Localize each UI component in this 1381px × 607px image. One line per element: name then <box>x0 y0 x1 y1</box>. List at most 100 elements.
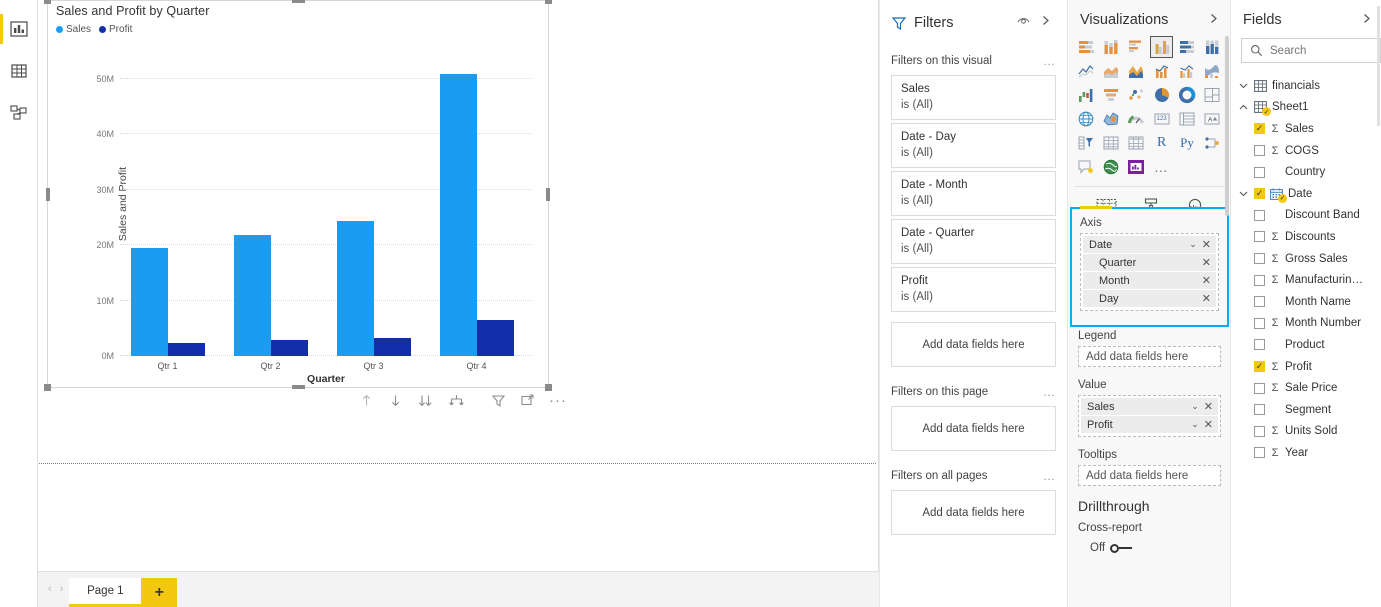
fields-scrollbar[interactable] <box>1377 6 1380 126</box>
fields-item-row[interactable]: Σ Discounts <box>1231 226 1381 248</box>
resize-handle-top-left[interactable] <box>44 0 51 4</box>
cross-report-toggle[interactable] <box>1110 543 1133 553</box>
field-chip[interactable]: Profit ⌄ ✕ <box>1081 416 1218 433</box>
map-icon[interactable] <box>1074 108 1097 130</box>
filters-section-menu-icon[interactable]: … <box>1043 54 1056 68</box>
line-chart-icon[interactable] <box>1074 60 1097 82</box>
field-chip[interactable]: Day ✕ <box>1083 290 1216 307</box>
fields-item-row[interactable]: Segment <box>1231 399 1381 421</box>
key-influencers-icon[interactable] <box>1201 132 1224 154</box>
field-chip[interactable]: Month ✕ <box>1083 272 1216 289</box>
fields-table-row[interactable]: financials <box>1231 75 1381 97</box>
fields-item-row[interactable]: Σ Year <box>1231 442 1381 464</box>
matrix-icon[interactable] <box>1125 132 1148 154</box>
funnel-chart-icon[interactable] <box>1099 84 1122 106</box>
chevron-down-icon[interactable] <box>1237 82 1249 89</box>
chart-bar-sales[interactable] <box>130 247 168 356</box>
scatter-chart-icon[interactable] <box>1125 84 1148 106</box>
field-checkbox[interactable] <box>1254 382 1265 394</box>
qna-visual-icon[interactable] <box>1074 156 1097 178</box>
collapse-visualizations-chevron-icon[interactable] <box>1207 12 1220 28</box>
fields-item-row[interactable]: Σ COGS <box>1231 140 1381 162</box>
go-to-next-level-icon[interactable] <box>417 393 434 408</box>
treemap-icon[interactable] <box>1201 84 1224 106</box>
field-checkbox[interactable] <box>1254 404 1265 416</box>
fields-item-row[interactable]: Σ Manufacturin… <box>1231 269 1381 291</box>
pie-chart-icon[interactable] <box>1150 84 1173 106</box>
field-well-dropzone[interactable]: Add data fields here <box>1078 465 1221 486</box>
filter-icon[interactable] <box>491 393 506 408</box>
resize-handle-left[interactable] <box>46 188 50 201</box>
field-well-dropzone[interactable]: Add data fields here <box>1078 346 1221 367</box>
slicer-icon[interactable] <box>1074 132 1097 154</box>
clustered-bar-chart-icon[interactable] <box>1125 36 1148 58</box>
remove-field-icon[interactable]: ✕ <box>1200 238 1213 251</box>
field-checkbox[interactable] <box>1254 253 1265 265</box>
stacked-bar-chart-icon[interactable] <box>1074 36 1097 58</box>
remove-field-icon[interactable]: ✕ <box>1200 274 1213 287</box>
filter-card[interactable]: Date - Quarter is (All) <box>891 219 1056 264</box>
chart-bar-profit[interactable] <box>476 319 514 356</box>
hundred-percent-stacked-bar-chart-icon[interactable] <box>1175 36 1198 58</box>
more-visuals-icon[interactable]: … <box>1150 156 1173 178</box>
resize-handle-top[interactable] <box>292 0 305 3</box>
fields-item-row[interactable]: Discount Band <box>1231 205 1381 227</box>
chart-bar-profit[interactable] <box>373 338 411 356</box>
hundred-percent-stacked-column-chart-icon[interactable] <box>1201 36 1224 58</box>
filter-card[interactable]: Date - Day is (All) <box>891 123 1056 168</box>
filter-card[interactable]: Sales is (All) <box>891 75 1056 120</box>
chevron-down-icon[interactable]: ⌄ <box>1188 419 1202 430</box>
fields-item-row[interactable]: Σ Units Sold <box>1231 421 1381 443</box>
field-checkbox[interactable] <box>1254 209 1265 221</box>
fields-item-row[interactable]: Month Name <box>1231 291 1381 313</box>
expand-all-down-icon[interactable] <box>448 393 465 408</box>
filter-dropzone[interactable]: Add data fields here <box>891 490 1056 535</box>
collapse-filters-chevron-icon[interactable] <box>1035 14 1056 32</box>
resize-handle-right[interactable] <box>546 188 550 201</box>
fields-item-row[interactable]: Country <box>1231 161 1381 183</box>
field-chip[interactable]: Date ⌄ ✕ <box>1083 236 1216 253</box>
filters-section-menu-icon[interactable]: … <box>1043 385 1056 399</box>
field-checkbox[interactable] <box>1254 166 1265 178</box>
field-checkbox[interactable] <box>1254 447 1265 459</box>
line-and-stacked-column-chart-icon[interactable] <box>1150 60 1173 82</box>
hide-filters-eye-icon[interactable] <box>1012 14 1035 32</box>
more-options-icon[interactable]: ··· <box>549 393 567 408</box>
chevron-up-icon[interactable] <box>1237 104 1249 111</box>
chart-bar-sales[interactable] <box>439 74 477 356</box>
stacked-area-chart-icon[interactable] <box>1125 60 1148 82</box>
rail-item-report-view[interactable] <box>0 8 38 50</box>
field-checkbox[interactable] <box>1254 188 1265 200</box>
collapse-fields-chevron-icon[interactable] <box>1360 12 1373 28</box>
field-checkbox[interactable] <box>1254 317 1265 329</box>
field-checkbox[interactable] <box>1254 123 1265 135</box>
donut-chart-icon[interactable] <box>1175 84 1198 106</box>
gauge-icon[interactable] <box>1125 108 1148 130</box>
filter-card[interactable]: Profit is (All) <box>891 267 1056 312</box>
paginated-report-icon[interactable] <box>1125 156 1148 178</box>
resize-handle-bottom-left[interactable] <box>44 384 51 391</box>
field-checkbox[interactable] <box>1254 339 1265 351</box>
resize-handle-bottom[interactable] <box>292 385 305 389</box>
rail-item-model-view[interactable] <box>0 92 38 134</box>
visualizations-scrollbar[interactable] <box>1225 36 1229 216</box>
field-checkbox[interactable] <box>1254 274 1265 286</box>
add-page-button[interactable]: + <box>141 578 178 607</box>
fields-item-row[interactable]: Σ Sale Price <box>1231 377 1381 399</box>
ribbon-chart-icon[interactable] <box>1201 60 1224 82</box>
python-visual-icon[interactable]: Py <box>1175 132 1198 154</box>
line-and-clustered-column-chart-icon[interactable] <box>1175 60 1198 82</box>
kpi-icon[interactable]: A <box>1201 108 1224 130</box>
field-well-placeholder[interactable]: Add data fields here <box>1078 346 1221 367</box>
fields-item-row[interactable]: Σ Gross Sales <box>1231 248 1381 270</box>
filter-dropzone[interactable]: Add data fields here <box>891 406 1056 451</box>
remove-field-icon[interactable]: ✕ <box>1200 256 1213 269</box>
focus-mode-icon[interactable] <box>520 393 535 408</box>
chevron-down-icon[interactable] <box>1237 190 1249 197</box>
axis-well-dropzone[interactable]: Date ⌄ ✕ Quarter ✕ Month ✕ Day ✕ <box>1080 233 1219 311</box>
fields-item-row[interactable]: Σ Sales <box>1231 118 1381 140</box>
stacked-column-chart-icon[interactable] <box>1099 36 1122 58</box>
filled-map-icon[interactable] <box>1099 108 1122 130</box>
area-chart-icon[interactable] <box>1099 60 1122 82</box>
fields-item-row[interactable]: Product <box>1231 334 1381 356</box>
